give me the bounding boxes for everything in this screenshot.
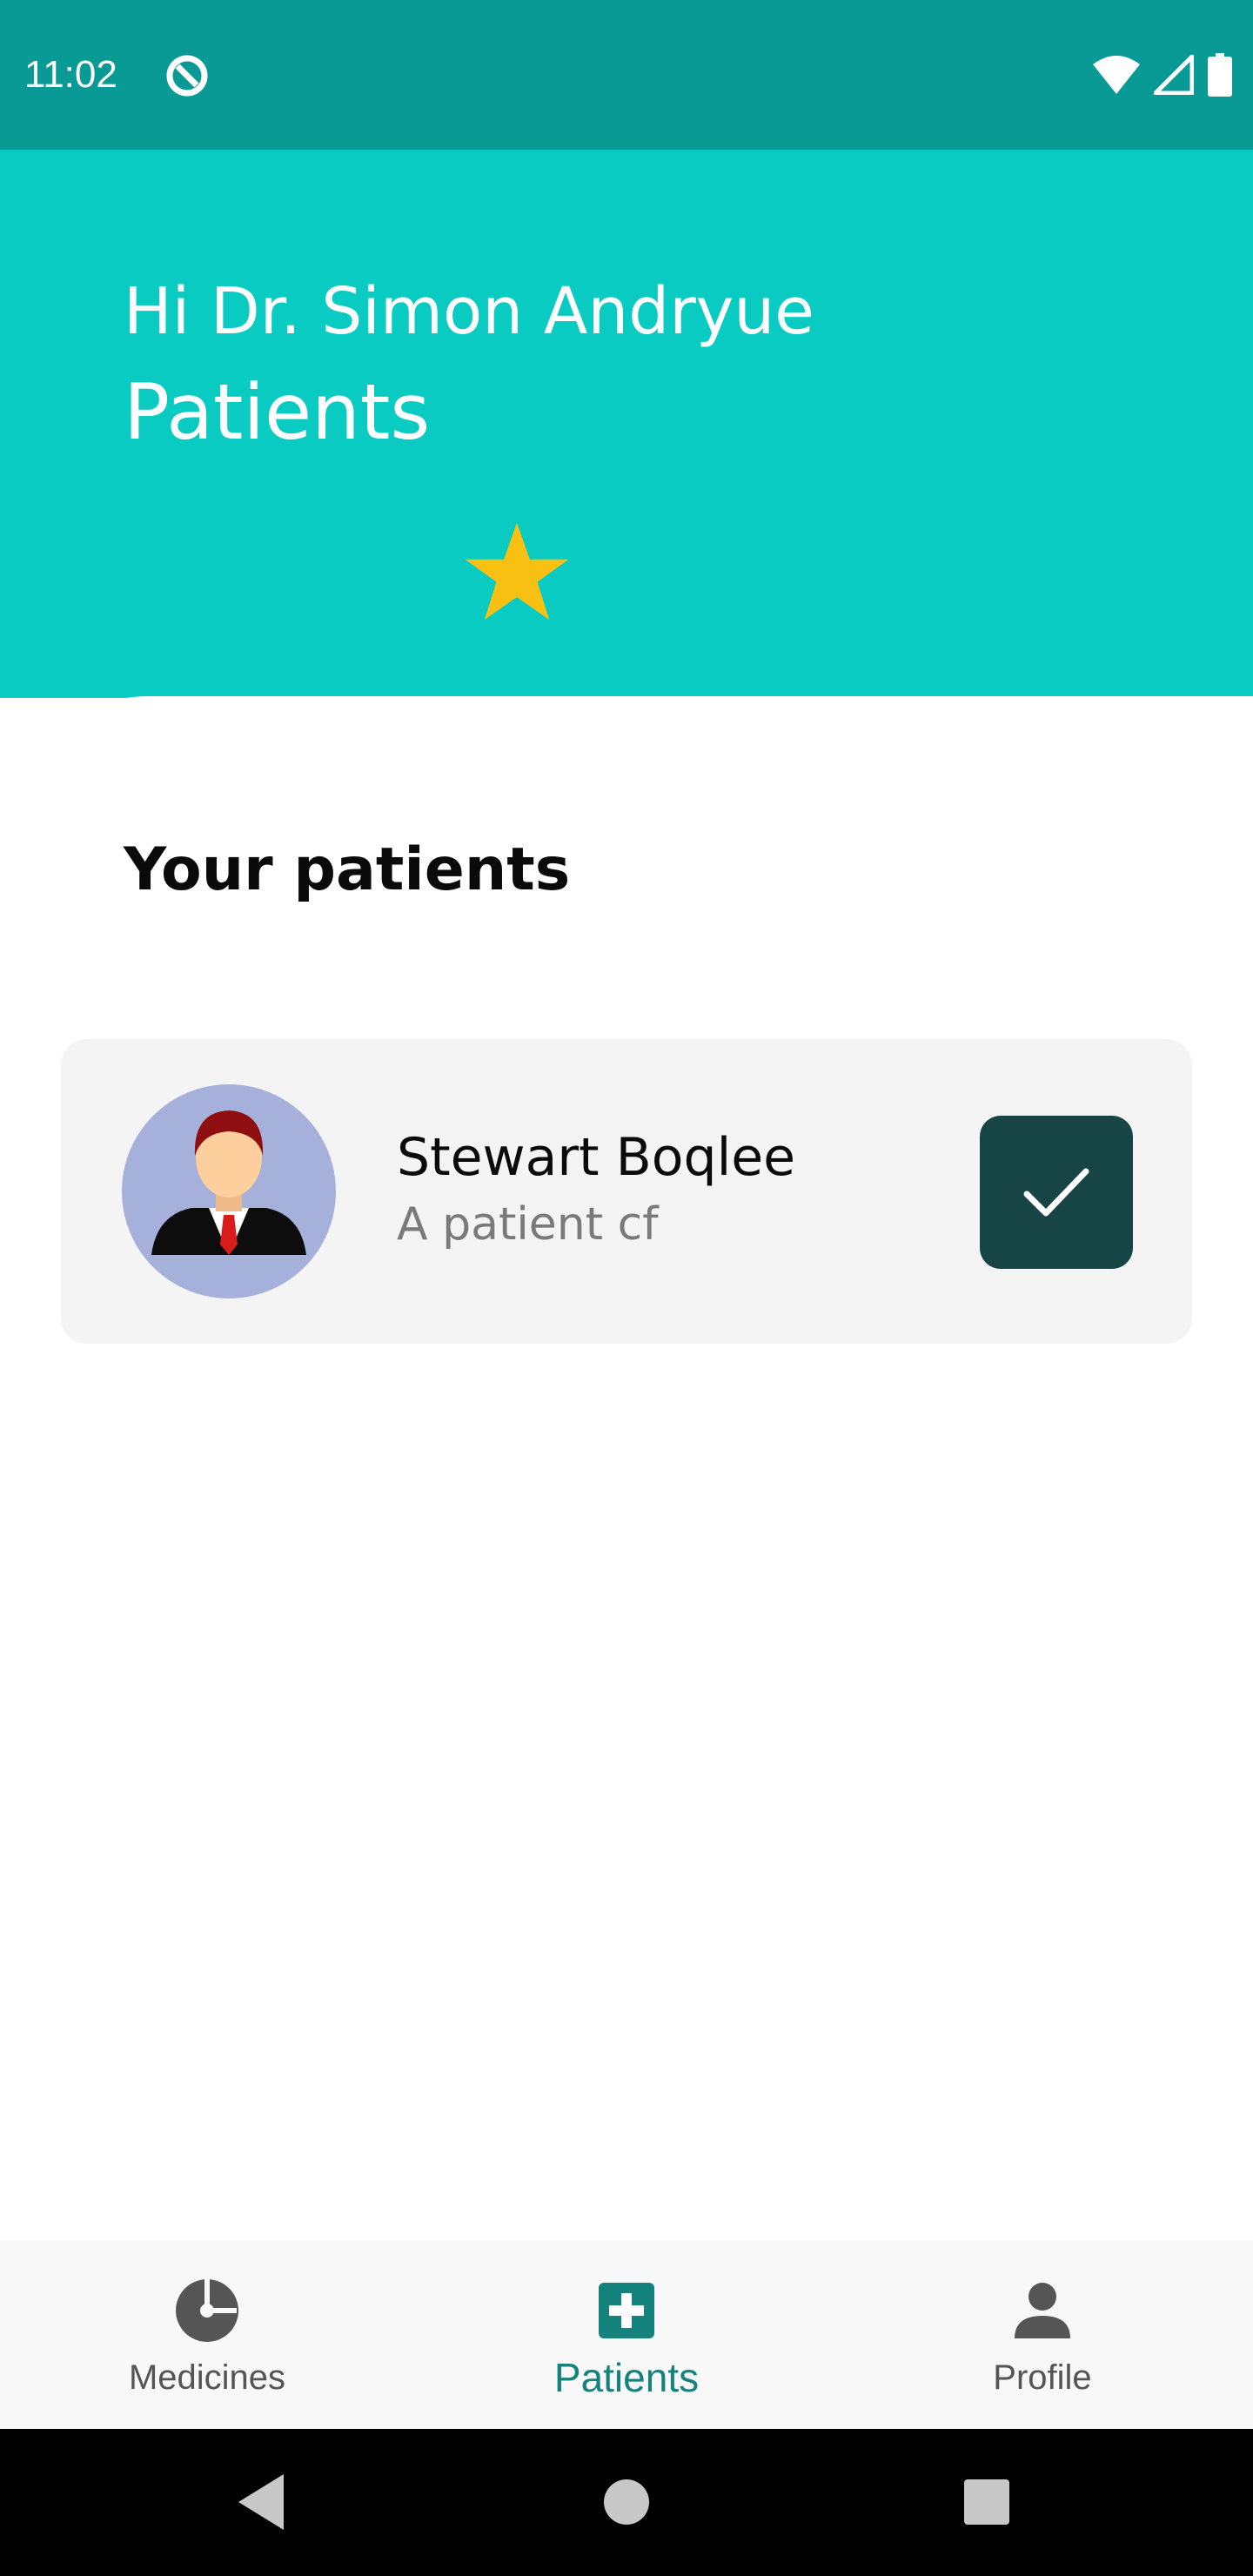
medical-plus-icon bbox=[599, 2283, 654, 2338]
system-navigation-bar bbox=[0, 2429, 1253, 2576]
patient-name: Stewart Boqlee bbox=[397, 1127, 796, 1188]
battery-icon bbox=[1208, 53, 1232, 97]
pie-chart-icon bbox=[176, 2279, 238, 2342]
page-title: Patients bbox=[124, 367, 431, 457]
back-icon[interactable] bbox=[226, 2467, 296, 2537]
status-bar: 11:02 bbox=[0, 0, 1253, 150]
check-icon bbox=[1023, 1168, 1089, 1217]
nav-label-profile: Profile bbox=[993, 2358, 1092, 2397]
no-entry-icon bbox=[166, 55, 208, 97]
recents-icon[interactable] bbox=[952, 2467, 1022, 2537]
patient-avatar bbox=[122, 1084, 336, 1298]
patient-card[interactable]: Stewart Boqlee A patient cf bbox=[61, 1039, 1192, 1344]
nav-item-profile[interactable]: Profile bbox=[912, 2241, 1173, 2429]
section-title: Your patients bbox=[124, 835, 571, 904]
bottom-navigation: Medicines Patients Profile bbox=[0, 2241, 1253, 2429]
patient-description: A patient cf bbox=[397, 1198, 659, 1251]
man-in-suit-avatar bbox=[151, 1110, 306, 1255]
wifi-icon bbox=[1093, 56, 1140, 94]
person-icon bbox=[1015, 2283, 1070, 2338]
signal-icon bbox=[1154, 55, 1194, 95]
star-icon bbox=[465, 522, 569, 621]
nav-item-medicines[interactable]: Medicines bbox=[77, 2241, 338, 2429]
greeting-text: Hi Dr. Simon Andryue bbox=[124, 274, 814, 349]
content-sheet bbox=[0, 696, 1253, 2241]
status-time: 11:02 bbox=[24, 53, 117, 96]
nav-label-patients: Patients bbox=[553, 2355, 700, 2400]
nav-item-patients[interactable]: Patients bbox=[496, 2241, 757, 2429]
nav-label-medicines: Medicines bbox=[128, 2358, 286, 2397]
home-icon[interactable] bbox=[592, 2467, 661, 2537]
select-patient-button[interactable] bbox=[980, 1116, 1133, 1269]
status-icons bbox=[1093, 50, 1232, 99]
